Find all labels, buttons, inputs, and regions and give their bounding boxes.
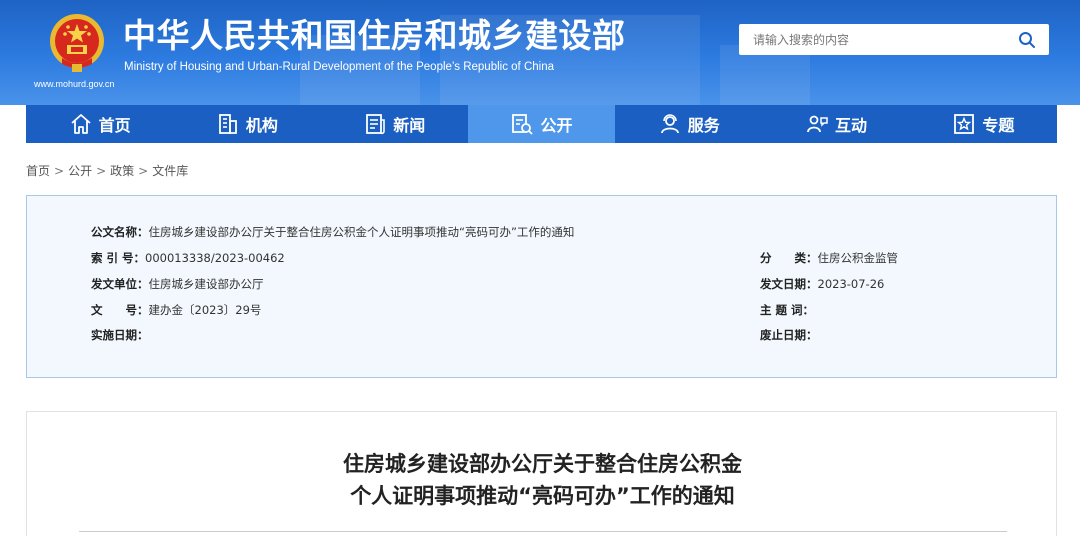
- docno-value: 建办金〔2023〕29号: [148, 303, 262, 317]
- issuer-value: 住房城乡建设部办公厅: [148, 277, 264, 291]
- article-container: 住房城乡建设部办公厅关于整合住房公积金 个人证明事项推动“亮码可办”工作的通知: [26, 411, 1057, 536]
- nav-item-organization[interactable]: 机构: [173, 105, 320, 143]
- subject-label: 主 题 词：: [760, 303, 815, 317]
- category-value: 住房公积金监管: [817, 251, 899, 265]
- nav-item-label: 新闻: [393, 116, 426, 135]
- document-info-panel: 公文名称：住房城乡建设部办公厅关于整合住房公积金个人证明事项推动“亮码可办”工作…: [26, 195, 1057, 378]
- building-icon: [219, 114, 237, 134]
- breadcrumb-library[interactable]: 文件库: [152, 164, 188, 178]
- nav-item-label: 互动: [835, 116, 868, 135]
- site-header: www.mohurd.gov.cn 中华人民共和国住房和城乡建设部 Minist…: [0, 0, 1080, 105]
- interaction-icon: [807, 115, 828, 133]
- expiry-row: 废止日期：: [760, 327, 818, 343]
- breadcrumb-home[interactable]: 首页: [26, 164, 50, 178]
- breadcrumb: 首页 > 公开 > 政策 > 文件库: [26, 162, 188, 179]
- index-label: 索 引 号：: [91, 251, 146, 265]
- category-row: 分 类：住房公积金监管: [760, 250, 898, 266]
- nav-item-label: 首页: [98, 116, 131, 135]
- site-title-english: Ministry of Housing and Urban-Rural Deve…: [124, 61, 554, 73]
- newspaper-icon: [366, 114, 385, 135]
- nav-item-news[interactable]: 新闻: [321, 105, 468, 143]
- nav-item-label: 机构: [245, 116, 278, 135]
- date-value: 2023-07-26: [817, 277, 885, 291]
- breadcrumb-public[interactable]: 公开: [68, 164, 92, 178]
- nav-item-label: 专题: [982, 116, 1015, 135]
- breadcrumb-separator: >: [54, 164, 65, 178]
- home-icon: [71, 114, 91, 134]
- site-url[interactable]: www.mohurd.gov.cn: [34, 79, 154, 89]
- issuer-label: 发文单位：: [91, 277, 149, 291]
- effective-row: 实施日期：: [91, 327, 149, 343]
- docno-row: 文 号：建办金〔2023〕29号: [91, 302, 261, 318]
- breadcrumb-separator: >: [138, 164, 149, 178]
- site-title[interactable]: 中华人民共和国住房和城乡建设部: [123, 16, 626, 56]
- doc-name-label: 公文名称：: [91, 225, 149, 239]
- search-icon: [1019, 31, 1035, 48]
- search-button[interactable]: [1005, 24, 1049, 55]
- index-value: 000013338/2023-00462: [145, 251, 285, 265]
- effective-label: 实施日期：: [91, 328, 149, 342]
- article-title-line-1: 住房城乡建设部办公厅关于整合住房公积金: [343, 452, 742, 476]
- doc-name-value: 住房城乡建设部办公厅关于整合住房公积金个人证明事项推动“亮码可办”工作的通知: [148, 225, 575, 239]
- nav-item-label: 服务: [687, 116, 720, 135]
- doc-name-row: 公文名称：住房城乡建设部办公厅关于整合住房公积金个人证明事项推动“亮码可办”工作…: [91, 224, 574, 240]
- nav-item-label: 公开: [540, 116, 573, 135]
- nav-item-service[interactable]: 服务: [615, 105, 762, 143]
- docno-label: 文 号：: [91, 303, 149, 317]
- subject-row: 主 题 词：: [760, 302, 814, 318]
- article-title: 住房城乡建设部办公厅关于整合住房公积金 个人证明事项推动“亮码可办”工作的通知: [27, 448, 1058, 512]
- service-icon: [660, 114, 679, 134]
- index-row: 索 引 号：000013338/2023-00462: [91, 250, 285, 266]
- breadcrumb-policy[interactable]: 政策: [110, 164, 134, 178]
- star-icon: [954, 114, 975, 134]
- document-icon: [512, 114, 534, 135]
- nav-item-home[interactable]: 首页: [26, 105, 173, 143]
- article-divider: [79, 531, 1007, 532]
- main-nav: 首页 机构 新闻 公开 服务 互动 专题: [26, 105, 1057, 143]
- national-emblem-icon[interactable]: [48, 12, 106, 74]
- search-box: [739, 24, 1049, 55]
- nav-item-public[interactable]: 公开: [467, 105, 616, 143]
- date-row: 发文日期：2023-07-26: [760, 276, 884, 292]
- nav-item-interaction[interactable]: 互动: [762, 105, 909, 143]
- issuer-row: 发文单位：住房城乡建设部办公厅: [91, 276, 264, 292]
- breadcrumb-separator: >: [96, 164, 107, 178]
- nav-item-topics[interactable]: 专题: [910, 105, 1057, 143]
- search-input[interactable]: [739, 24, 1005, 55]
- date-label: 发文日期：: [760, 277, 818, 291]
- article-title-line-2: 个人证明事项推动“亮码可办”工作的通知: [350, 484, 735, 508]
- expiry-label: 废止日期：: [760, 328, 818, 342]
- category-label: 分 类：: [760, 251, 818, 265]
